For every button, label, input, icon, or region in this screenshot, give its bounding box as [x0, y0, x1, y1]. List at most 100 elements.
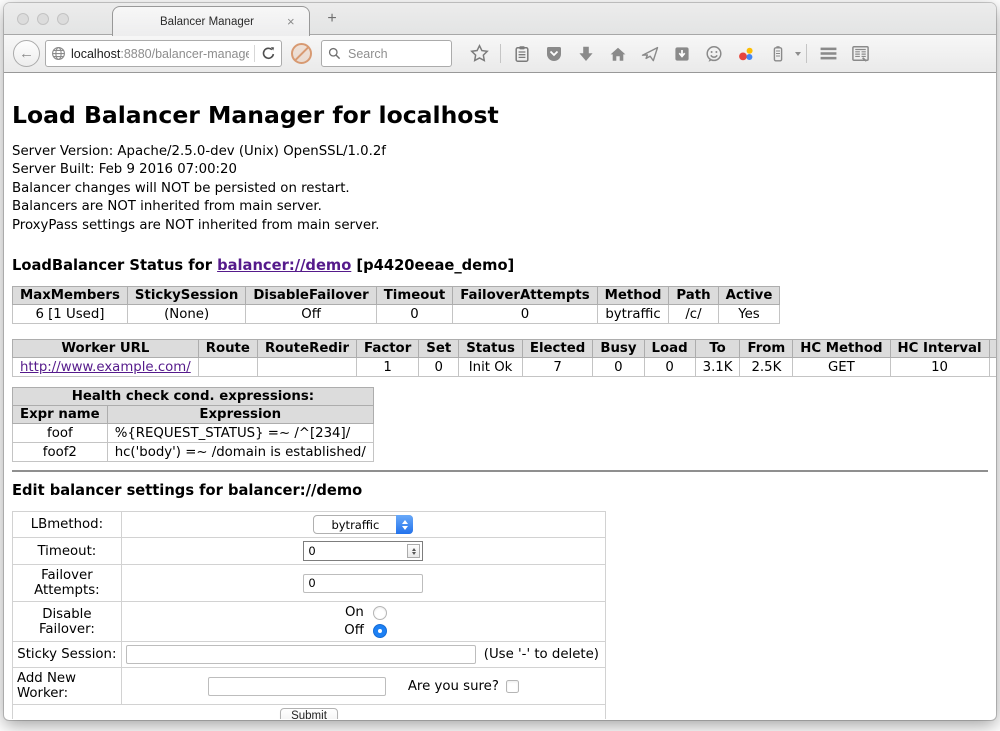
failover-attempts-label: Failover Attempts: — [13, 565, 122, 602]
lbmethod-label: LBmethod: — [13, 512, 122, 538]
content-blocked-icon[interactable] — [291, 43, 312, 64]
downloads-icon[interactable] — [577, 44, 596, 63]
col-elected: Elected — [522, 340, 592, 358]
bookmark-star-icon[interactable] — [470, 44, 489, 63]
search-input[interactable] — [346, 46, 436, 62]
timeout-label: Timeout: — [13, 538, 122, 565]
back-button[interactable]: ← — [13, 40, 40, 67]
col-passes: Passes — [989, 340, 996, 358]
sticky-session-input[interactable] — [126, 645, 476, 664]
cell-stickysession: (None) — [127, 305, 245, 324]
col-hc-method: HC Method — [793, 340, 890, 358]
worker-data-row: http://www.example.com/ 1 0 Init Ok 7 0 … — [13, 358, 997, 377]
cell-hc-method: GET — [793, 358, 890, 377]
cell-path: /c/ — [669, 305, 718, 324]
edit-balancer-heading: Edit balancer settings for balancer://de… — [12, 482, 988, 499]
are-you-sure-checkbox[interactable] — [506, 680, 519, 693]
failover-attempts-input[interactable] — [303, 574, 423, 593]
timeout-input[interactable] — [304, 543, 407, 559]
search-box[interactable] — [321, 40, 452, 67]
failover-off-radio[interactable] — [373, 624, 387, 638]
home-icon[interactable] — [609, 44, 628, 63]
back-arrow-icon: ← — [19, 45, 34, 62]
new-tab-button[interactable]: + — [320, 10, 344, 28]
cell-from: 2.5K — [740, 358, 793, 377]
cell-expr-name-1: foof — [13, 424, 108, 443]
cell-status: Init Ok — [459, 358, 523, 377]
battery-caret-icon[interactable] — [795, 52, 801, 56]
server-built-line: Server Built: Feb 9 2016 07:00:20 — [12, 161, 988, 179]
window-minimize-button[interactable] — [37, 13, 49, 25]
url-bar[interactable]: localhost:8880/balancer-manager?b=demo&n… — [45, 40, 282, 67]
cell-busy: 0 — [593, 358, 644, 377]
save-to-device-icon[interactable] — [673, 44, 692, 63]
balancer-data-row: 6 [1 Used] (None) Off 0 0 bytraffic /c/ … — [13, 305, 780, 324]
sticky-session-label: Sticky Session: — [13, 642, 122, 668]
col-load: Load — [644, 340, 695, 358]
cell-expression-1: %{REQUEST_STATUS} =~ /^[234]/ — [107, 424, 373, 443]
globe-icon — [51, 44, 66, 63]
col-expression: Expression — [107, 406, 373, 424]
pocket-icon[interactable] — [545, 44, 564, 63]
submit-button[interactable]: Submit — [280, 708, 338, 719]
reload-icon[interactable] — [260, 44, 276, 63]
col-failoverattempts: FailoverAttempts — [453, 287, 597, 305]
sticky-session-row: Sticky Session: (Use '-' to delete) — [13, 642, 606, 668]
col-timeout: Timeout — [376, 287, 452, 305]
extension-colored-dots-icon[interactable] — [737, 44, 756, 63]
cell-elected: 7 — [522, 358, 592, 377]
timeout-row: Timeout: — [13, 538, 606, 565]
cell-factor: 1 — [357, 358, 419, 377]
submit-row: Submit — [13, 705, 606, 719]
worker-status-table: Worker URL Route RouteRedir Factor Set S… — [12, 339, 996, 377]
timeout-stepper[interactable] — [303, 541, 423, 561]
battery-status-icon[interactable] — [769, 44, 788, 63]
search-icon — [328, 44, 341, 63]
radio-off-label: Off — [340, 623, 364, 638]
number-spinner-icon[interactable] — [407, 544, 420, 558]
balancer-header-row: MaxMembers StickySession DisableFailover… — [13, 287, 780, 305]
add-worker-row: Add New Worker: Are you sure? — [13, 668, 606, 705]
reading-list-clipboard-icon[interactable] — [513, 44, 532, 63]
add-worker-label: Add New Worker: — [13, 668, 122, 705]
add-worker-input[interactable] — [208, 677, 386, 696]
col-busy: Busy — [593, 340, 644, 358]
col-disablefailover: DisableFailover — [246, 287, 376, 305]
worker-url-link[interactable]: http://www.example.com/ — [20, 360, 191, 375]
col-path: Path — [669, 287, 718, 305]
share-paper-plane-icon[interactable] — [641, 44, 660, 63]
persist-notice-line: Balancer changes will NOT be persisted o… — [12, 180, 988, 198]
balancer-demo-link[interactable]: balancer://demo — [217, 257, 351, 274]
window-zoom-button[interactable] — [57, 13, 69, 25]
toolbar-icons — [463, 44, 876, 63]
col-set: Set — [419, 340, 459, 358]
col-active: Active — [718, 287, 780, 305]
browser-window: Balancer Manager × + ← localhost:8880/ba… — [4, 3, 996, 720]
newspaper-grid-icon[interactable] — [851, 44, 870, 63]
feedback-smiley-icon[interactable] — [705, 44, 724, 63]
tab-title: Balancer Manager — [113, 16, 287, 28]
window-close-button[interactable] — [17, 13, 29, 25]
radio-on-label: On — [340, 605, 364, 620]
col-maxmembers: MaxMembers — [13, 287, 128, 305]
cell-disablefailover: Off — [246, 305, 376, 324]
cell-route — [198, 358, 257, 377]
col-expr-name: Expr name — [13, 406, 108, 424]
cell-active: Yes — [718, 305, 780, 324]
cell-to: 3.1K — [695, 358, 740, 377]
toolbar-separator-2 — [806, 44, 807, 63]
cell-failoverattempts: 0 — [453, 305, 597, 324]
lbmethod-selected-value: bytraffic — [314, 518, 396, 532]
url-text[interactable]: localhost:8880/balancer-manager?b=demo&n… — [71, 47, 249, 61]
col-hc-interval: HC Interval — [890, 340, 989, 358]
col-status: Status — [459, 340, 523, 358]
health-row-foof2: foof2 hc('body') =~ /domain is establish… — [13, 443, 374, 462]
url-domain: localhost — [71, 47, 120, 61]
col-factor: Factor — [357, 340, 419, 358]
lbmethod-select[interactable]: bytraffic — [313, 515, 413, 534]
are-you-sure-label: Are you sure? — [408, 679, 499, 694]
tab-balancer-manager[interactable]: Balancer Manager × — [112, 6, 310, 36]
failover-on-radio[interactable] — [373, 606, 387, 620]
menu-hamburger-icon[interactable] — [819, 44, 838, 63]
tab-close-icon[interactable]: × — [287, 14, 309, 29]
